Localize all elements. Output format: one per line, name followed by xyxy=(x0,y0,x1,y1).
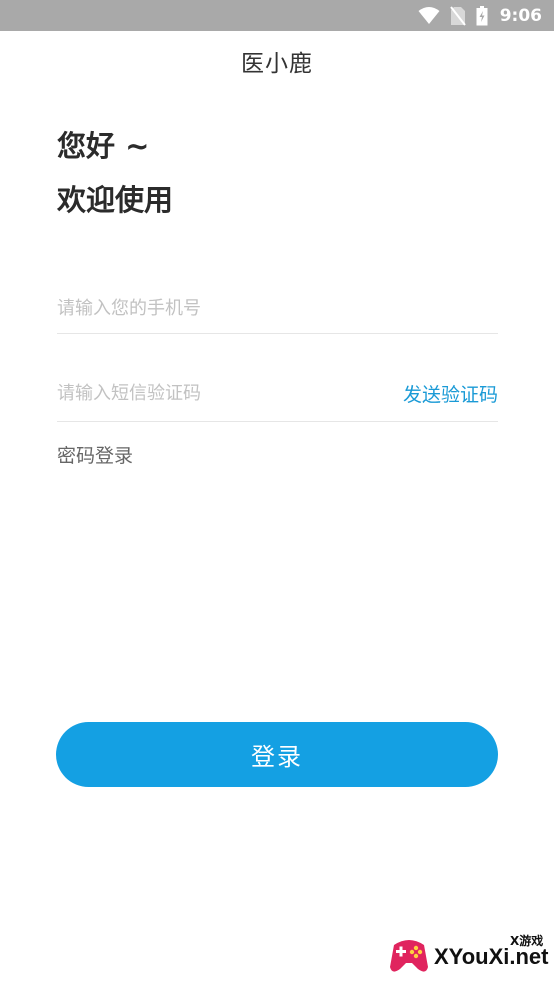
watermark-text: XYouXi.net xyxy=(434,944,549,969)
watermark: X游戏 XYouXi.net xyxy=(384,928,549,980)
greeting-hello: 您好 ~ xyxy=(57,129,150,163)
no-sim-icon xyxy=(449,5,466,26)
login-button-label: 登录 xyxy=(251,743,303,771)
status-bar: 9:06 xyxy=(0,0,554,31)
login-button[interactable]: 登录 xyxy=(56,722,498,787)
gamepad-logo xyxy=(386,933,432,981)
phone-field-row xyxy=(57,284,498,334)
page-title: 医小鹿 xyxy=(241,51,313,77)
status-time: 9:06 xyxy=(499,5,542,26)
send-code-button[interactable]: 发送验证码 xyxy=(403,380,498,407)
sms-code-field-row: 发送验证码 xyxy=(57,365,498,422)
greeting-welcome: 欢迎使用 xyxy=(57,183,174,217)
sms-code-input[interactable] xyxy=(57,382,357,404)
phone-input[interactable] xyxy=(57,298,357,319)
battery-icon xyxy=(476,5,488,26)
password-login-link[interactable]: 密码登录 xyxy=(57,441,133,468)
wifi-icon xyxy=(418,6,440,25)
